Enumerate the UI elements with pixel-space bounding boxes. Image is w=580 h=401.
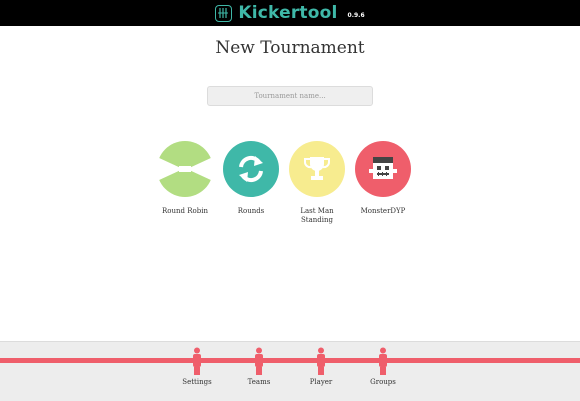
brand-name: Kickertool — [238, 3, 338, 23]
version-label: 0.9.6 — [347, 11, 365, 19]
nav-teams[interactable]: Teams — [229, 342, 289, 386]
brand: Kickertool 0.9.6 — [215, 3, 365, 23]
mode-label: Rounds — [237, 207, 265, 215]
mode-round-robin[interactable]: Round Robin — [157, 141, 213, 225]
bottom-nav: Settings Teams Player Groups — [0, 341, 580, 401]
foosball-rod — [0, 358, 580, 363]
round-robin-icon — [157, 141, 213, 197]
tournament-mode-list: Round Robin Rounds Last Man Standing Mon… — [157, 141, 411, 225]
mode-rounds[interactable]: Rounds — [223, 141, 279, 225]
nav-label: Teams — [247, 378, 271, 386]
refresh-icon — [223, 141, 279, 197]
nav-player[interactable]: Player — [291, 342, 351, 386]
app-header: Kickertool 0.9.6 — [0, 0, 580, 26]
player-figure-icon — [317, 347, 325, 375]
mode-label: Last Man Standing — [300, 207, 334, 224]
foosball-table-icon — [215, 4, 233, 22]
page-title: New Tournament — [215, 38, 365, 58]
nav-groups[interactable]: Groups — [353, 342, 413, 386]
nav-label: Player — [309, 378, 333, 386]
nav-label: Settings — [182, 378, 212, 386]
mode-last-man-standing[interactable]: Last Man Standing — [289, 141, 345, 225]
mode-label: Round Robin — [162, 207, 208, 215]
mode-label: MonsterDYP — [360, 207, 406, 215]
tournament-name-input[interactable] — [207, 86, 373, 106]
mode-monsterdyp[interactable]: MonsterDYP — [355, 141, 411, 225]
player-figure-icon — [255, 347, 263, 375]
player-figure-icon — [193, 347, 201, 375]
trophy-icon — [289, 141, 345, 197]
nav-label: Groups — [370, 378, 396, 386]
monster-icon — [355, 141, 411, 197]
player-figure-icon — [379, 347, 387, 375]
nav-settings[interactable]: Settings — [167, 342, 227, 386]
